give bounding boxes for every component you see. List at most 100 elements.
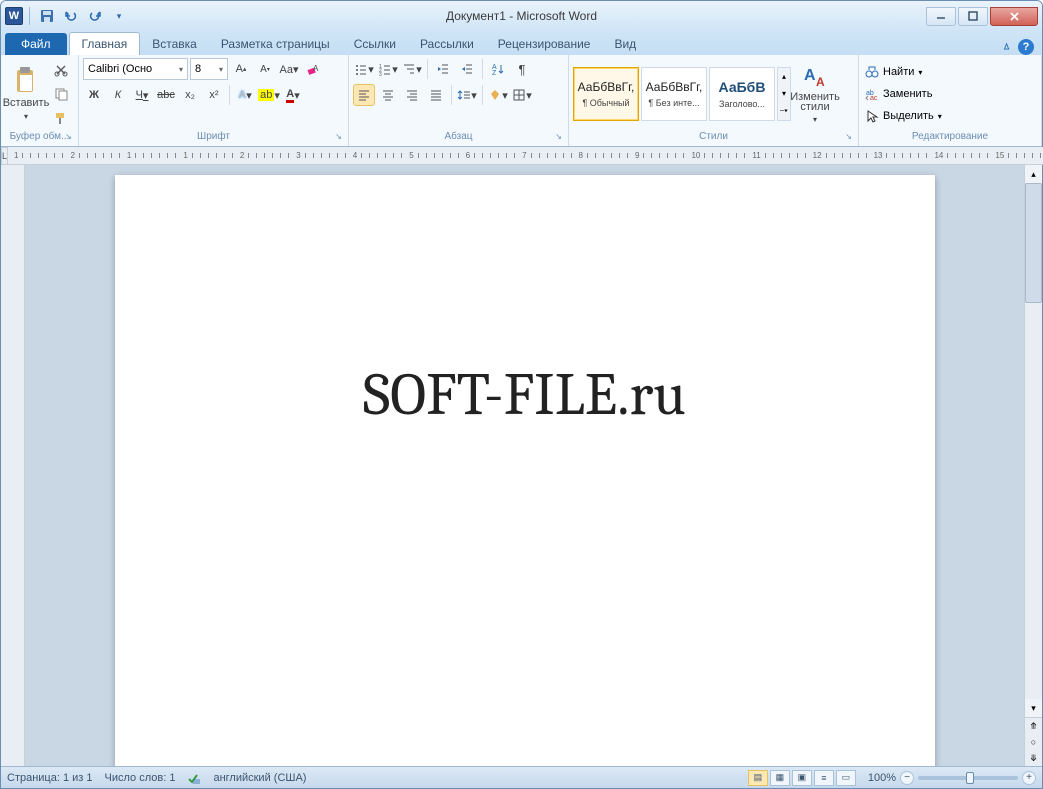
scroll-up-icon[interactable]: ▴: [1025, 165, 1042, 183]
text-effects-icon[interactable]: A▾: [234, 84, 256, 106]
qat-customize-icon[interactable]: ▾: [108, 5, 130, 27]
bullets-icon[interactable]: ▾: [353, 58, 375, 80]
status-language[interactable]: английский (США): [213, 772, 306, 784]
align-center-icon[interactable]: [377, 84, 399, 106]
tab-home[interactable]: Главная: [69, 32, 141, 55]
group-clipboard-label[interactable]: Буфер обм...: [5, 130, 74, 146]
tab-file[interactable]: Файл: [5, 33, 67, 55]
vertical-ruler[interactable]: [1, 165, 25, 766]
change-styles-button[interactable]: AA Изменить стили ▾: [794, 60, 836, 128]
increase-indent-icon[interactable]: [456, 58, 478, 80]
align-right-icon[interactable]: [401, 84, 423, 106]
grow-font-icon[interactable]: A▴: [230, 58, 252, 80]
justify-icon[interactable]: [425, 84, 447, 106]
document-wrap: SOFT-FILE.ru: [25, 165, 1024, 766]
select-button[interactable]: Выделить▾: [863, 106, 944, 126]
prev-page-icon[interactable]: ⤊: [1025, 718, 1042, 734]
group-paragraph-label[interactable]: Абзац: [353, 130, 564, 146]
show-marks-icon[interactable]: ¶: [511, 58, 533, 80]
zoom-thumb[interactable]: [966, 772, 974, 784]
multilevel-list-icon[interactable]: ▾: [401, 58, 423, 80]
font-color-icon[interactable]: A▾: [282, 84, 304, 106]
style-nospacing[interactable]: АаБбВвГг, ¶ Без инте...: [641, 67, 707, 121]
font-name-combo[interactable]: Calibri (Осно▾: [83, 58, 188, 80]
underline-button[interactable]: Ч▾: [131, 84, 153, 106]
save-icon[interactable]: [36, 5, 58, 27]
redo-icon[interactable]: [84, 5, 106, 27]
zoom-slider[interactable]: [918, 776, 1018, 780]
sort-icon[interactable]: AZ: [487, 58, 509, 80]
scroll-down-icon[interactable]: ▾: [1025, 699, 1042, 717]
italic-button[interactable]: К: [107, 84, 129, 106]
workspace: SOFT-FILE.ru ▴ ▾ ⤊ ○ ⤋: [1, 165, 1042, 766]
tab-selector[interactable]: L: [1, 147, 8, 165]
status-words[interactable]: Число слов: 1: [105, 772, 176, 784]
cursor-icon: [865, 109, 879, 123]
strikethrough-button[interactable]: abc: [155, 84, 177, 106]
tab-mailings[interactable]: Рассылки: [408, 33, 486, 55]
tab-pagelayout[interactable]: Разметка страницы: [209, 33, 342, 55]
change-case-icon[interactable]: Aa▾: [278, 58, 300, 80]
document-scroll-area[interactable]: SOFT-FILE.ru: [25, 165, 1024, 766]
status-page[interactable]: Страница: 1 из 1: [7, 772, 93, 784]
svg-text:Z: Z: [492, 70, 497, 76]
undo-icon[interactable]: [60, 5, 82, 27]
paste-label: Вставить: [3, 98, 50, 109]
decrease-indent-icon[interactable]: [432, 58, 454, 80]
style-expand-icon[interactable]: ⎯▾: [778, 103, 790, 120]
minimize-ribbon-icon[interactable]: ㅿ: [1001, 38, 1012, 55]
subscript-button[interactable]: x₂: [179, 84, 201, 106]
maximize-button[interactable]: [958, 7, 988, 26]
view-outline-icon[interactable]: ≡: [814, 770, 834, 786]
binoculars-icon: [865, 65, 879, 79]
zoom-in-icon[interactable]: +: [1022, 771, 1036, 785]
tab-review[interactable]: Рецензирование: [486, 33, 603, 55]
style-scroll-down-icon[interactable]: ▾: [778, 85, 790, 102]
proofing-icon[interactable]: [187, 771, 201, 785]
group-font-label[interactable]: Шрифт: [83, 130, 344, 146]
cut-icon[interactable]: [50, 59, 72, 81]
view-draft-icon[interactable]: ▭: [836, 770, 856, 786]
font-size-combo[interactable]: 8▾: [190, 58, 228, 80]
scroll-thumb[interactable]: [1025, 183, 1042, 303]
help-icon[interactable]: ?: [1018, 39, 1034, 55]
zoom-out-icon[interactable]: −: [900, 771, 914, 785]
page[interactable]: SOFT-FILE.ru: [115, 175, 935, 766]
scroll-track[interactable]: [1025, 183, 1042, 699]
replace-button[interactable]: abac Заменить: [863, 84, 944, 104]
find-button[interactable]: Найти▾: [863, 62, 944, 82]
tab-insert[interactable]: Вставка: [140, 33, 209, 55]
view-web-icon[interactable]: ▣: [792, 770, 812, 786]
format-painter-icon[interactable]: [50, 107, 72, 129]
style-normal[interactable]: АаБбВвГг, ¶ Обычный: [573, 67, 639, 121]
browse-object: ⤊ ○ ⤋: [1025, 717, 1042, 766]
highlight-icon[interactable]: ab▾: [258, 84, 280, 106]
align-left-icon[interactable]: [353, 84, 375, 106]
close-button[interactable]: [990, 7, 1038, 26]
borders-icon[interactable]: ▾: [511, 84, 533, 106]
bold-button[interactable]: Ж: [83, 84, 105, 106]
clear-formatting-icon[interactable]: A: [302, 58, 324, 80]
next-page-icon[interactable]: ⤋: [1025, 750, 1042, 766]
superscript-button[interactable]: x²: [203, 84, 225, 106]
tab-view[interactable]: Вид: [602, 33, 648, 55]
group-styles-label[interactable]: Стили: [573, 130, 854, 146]
zoom-level[interactable]: 100%: [868, 772, 896, 784]
shading-icon[interactable]: ▾: [487, 84, 509, 106]
paste-button[interactable]: Вставить ▾: [5, 60, 47, 128]
word-app-icon[interactable]: W: [5, 7, 23, 25]
style-scroll-up-icon[interactable]: ▴: [778, 68, 790, 85]
line-spacing-icon[interactable]: ▾: [456, 84, 478, 106]
copy-icon[interactable]: [50, 83, 72, 105]
shrink-font-icon[interactable]: A▾: [254, 58, 276, 80]
minimize-button[interactable]: [926, 7, 956, 26]
numbering-icon[interactable]: 123▾: [377, 58, 399, 80]
view-fullscreen-icon[interactable]: ▦: [770, 770, 790, 786]
group-editing-label: Редактирование: [863, 130, 1037, 146]
style-heading1[interactable]: АаБбВ Заголово...: [709, 67, 775, 121]
browse-select-icon[interactable]: ○: [1025, 734, 1042, 750]
view-print-layout-icon[interactable]: ▤: [748, 770, 768, 786]
document-text[interactable]: SOFT-FILE.ru: [115, 360, 935, 429]
tab-references[interactable]: Ссылки: [342, 33, 408, 55]
horizontal-ruler[interactable]: 1211234567891011121314151617: [8, 147, 1043, 165]
